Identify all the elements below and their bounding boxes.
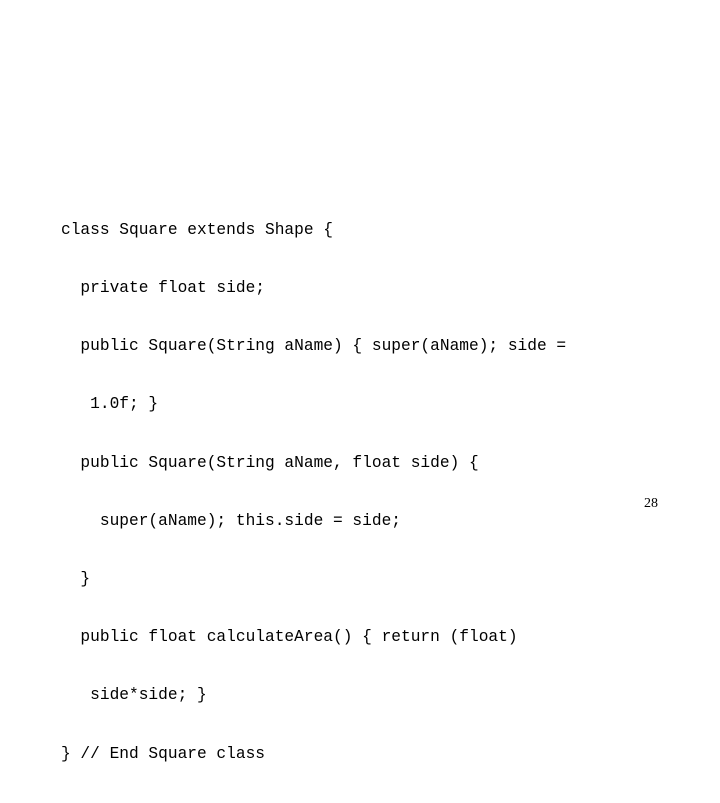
code-line: public float calculateArea() { return (f… bbox=[61, 628, 518, 647]
code-line: 1.0f; } bbox=[61, 395, 159, 414]
code-block: class Square extends Shape { private flo… bbox=[61, 182, 566, 803]
code-line: class Square extends Shape { bbox=[61, 220, 333, 239]
code-line: } // End Square class bbox=[61, 744, 265, 763]
code-line: private float side; bbox=[61, 279, 265, 298]
code-line: public Square(String aName, float side) … bbox=[61, 453, 479, 472]
code-line: } bbox=[61, 570, 91, 589]
code-line: super(aName); this.side = side; bbox=[61, 511, 401, 530]
slide: class Square extends Shape { private flo… bbox=[0, 0, 720, 763]
code-line: side*side; } bbox=[61, 686, 207, 705]
page-number: 28 bbox=[644, 496, 658, 511]
code-line: public Square(String aName) { super(aNam… bbox=[61, 337, 567, 356]
